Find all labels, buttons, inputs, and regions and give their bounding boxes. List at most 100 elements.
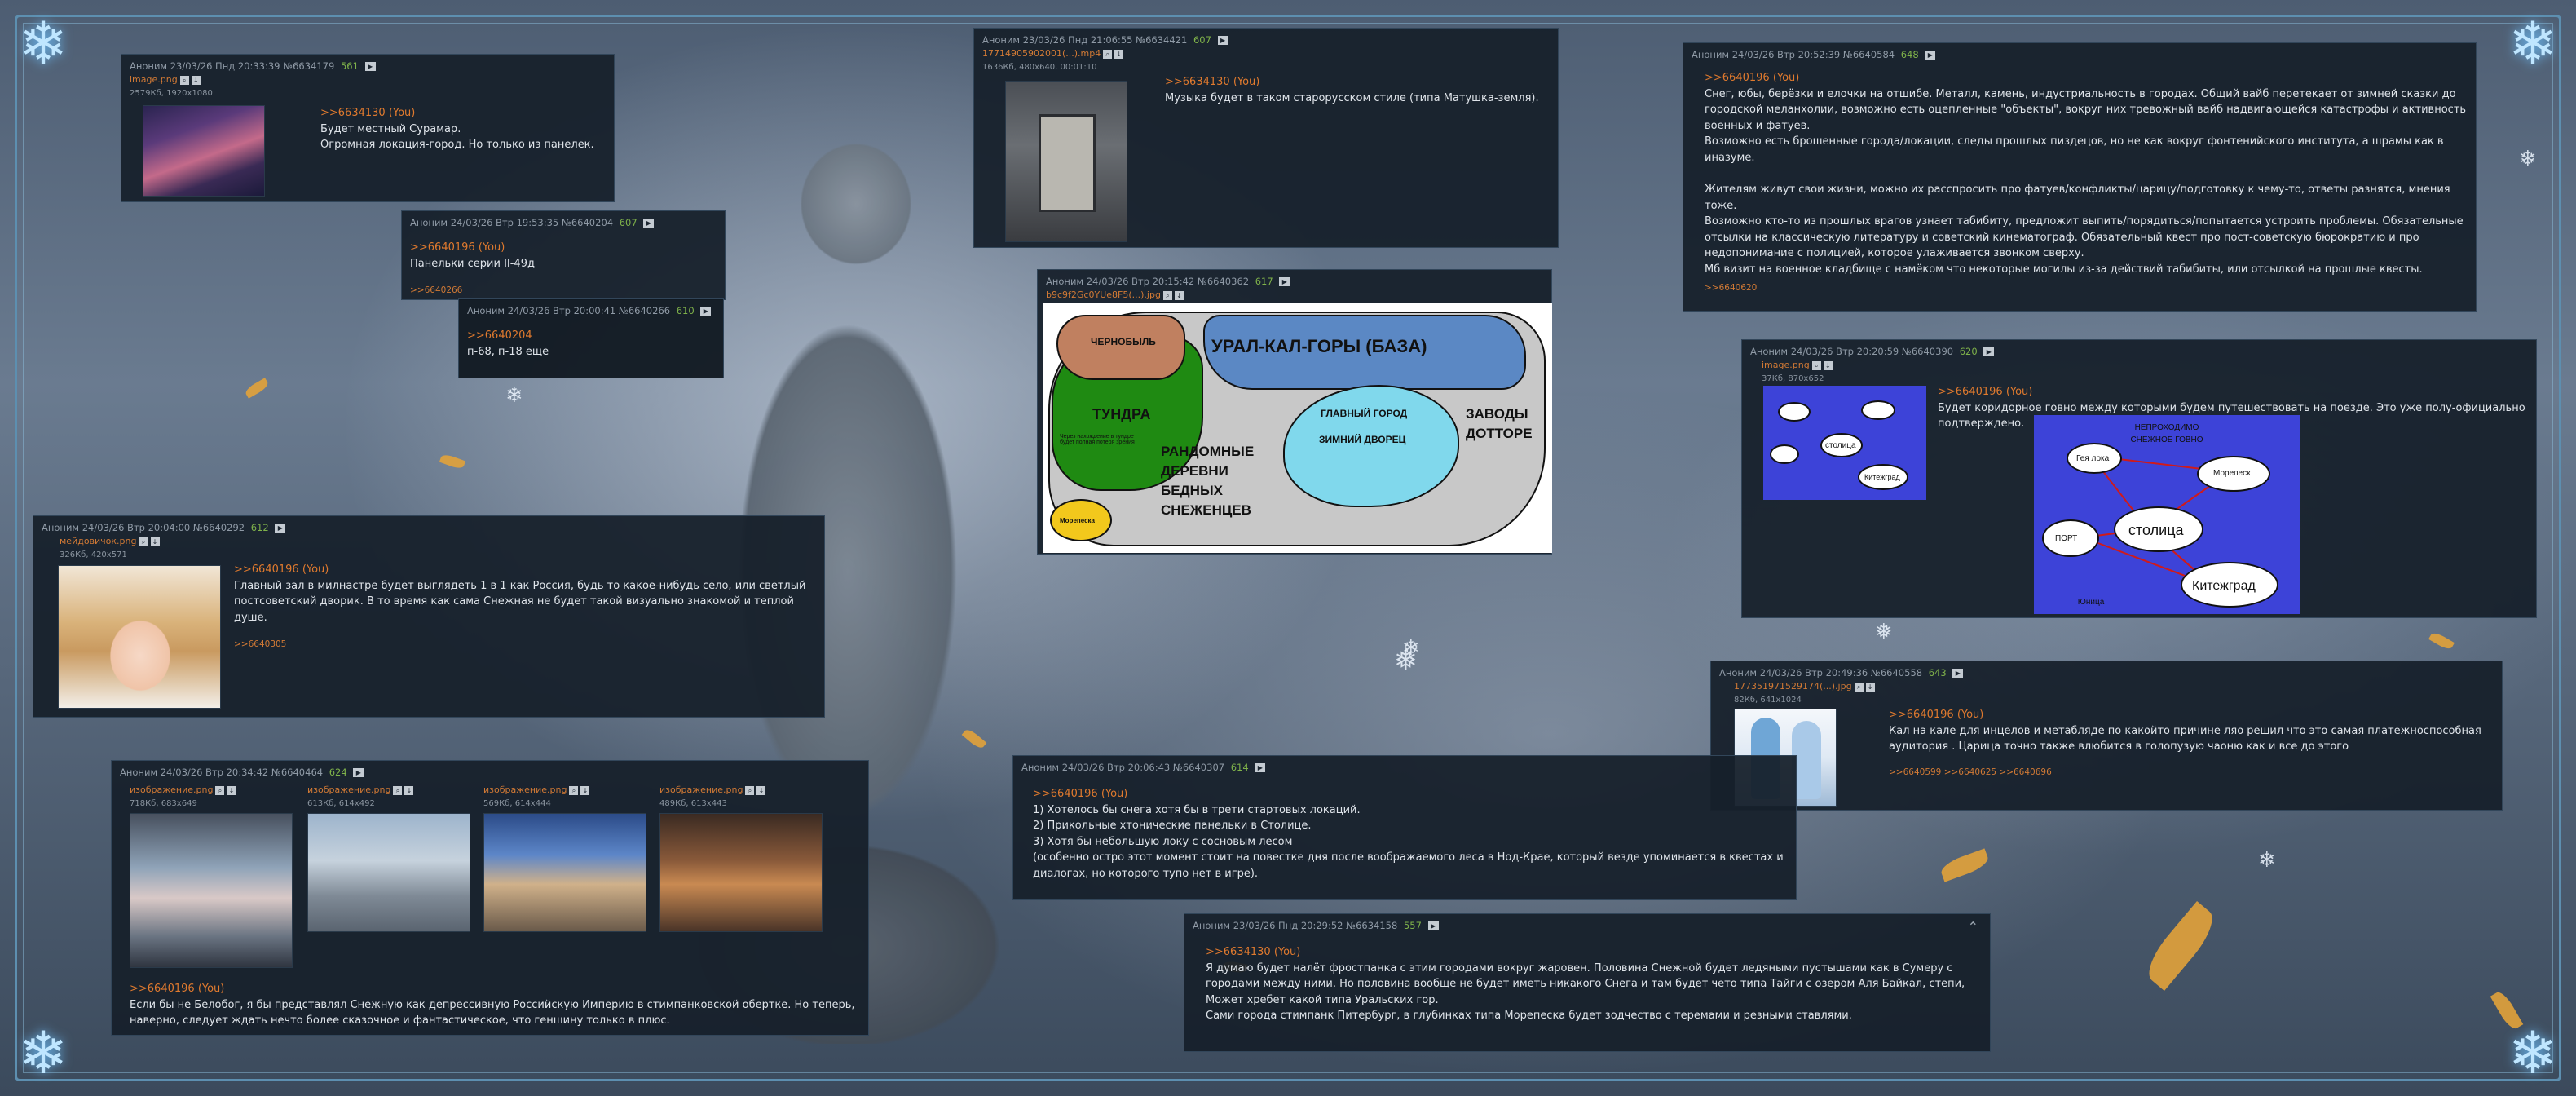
- search-icon[interactable]: ⌕: [215, 785, 225, 795]
- image-thumbnail[interactable]: [659, 813, 823, 932]
- backref-links[interactable]: >>6640305: [234, 639, 811, 652]
- file-link[interactable]: b9c9f2Gc0YUe8F5(...).jpg ⌕ ↓: [1046, 289, 1543, 303]
- leaf-decoration: [244, 378, 270, 399]
- play-icon[interactable]: ▶: [1952, 669, 1964, 678]
- reply-link[interactable]: >>6640196 (You): [1033, 786, 1788, 802]
- play-icon[interactable]: ▶: [643, 219, 655, 228]
- file-link[interactable]: image.png ⌕ ↓: [130, 73, 606, 87]
- file-name[interactable]: 17714905902001(...).mp4: [982, 48, 1101, 59]
- file-name[interactable]: image.png: [1762, 360, 1810, 370]
- download-icon[interactable]: ↓: [191, 75, 201, 85]
- download-icon[interactable]: ↓: [404, 785, 414, 795]
- post-header: Аноним 24/03/26 Втр 20:52:39 №6640584 64…: [1692, 48, 2468, 62]
- search-icon[interactable]: ⌕: [1811, 360, 1821, 370]
- file-name[interactable]: изображение.png: [307, 784, 390, 795]
- post-header: Аноним 24/03/26 Втр 19:53:35 №6640204 60…: [410, 216, 717, 230]
- route-map-thumbnail[interactable]: столица Китежград: [1763, 386, 1926, 500]
- post-header: Аноним 24/03/26 Втр 20:15:42 №6640362 61…: [1046, 275, 1543, 289]
- reply-link[interactable]: >>6640196 (You): [130, 981, 855, 997]
- file-link[interactable]: изображение.png ⌕ ↓: [659, 784, 823, 798]
- play-icon[interactable]: ▶: [1279, 277, 1290, 286]
- play-icon[interactable]: ▶: [1427, 921, 1439, 930]
- file-link[interactable]: мейдовичок.png ⌕ ↓: [42, 535, 816, 549]
- reply-link[interactable]: >>6640196 (You): [1889, 707, 2489, 723]
- post-header-text: Аноним 23/03/26 Пнд 20:29:52 №6634158: [1193, 920, 1398, 931]
- image-thumbnail[interactable]: [143, 105, 265, 197]
- download-icon[interactable]: ↓: [1823, 360, 1833, 370]
- download-icon[interactable]: ↓: [580, 785, 590, 795]
- play-icon[interactable]: ▶: [353, 768, 364, 777]
- video-thumbnail[interactable]: [1005, 81, 1127, 242]
- image-thumbnail[interactable]: [307, 813, 470, 932]
- chevron-up-icon[interactable]: ⌃: [1968, 917, 1978, 937]
- reply-link[interactable]: >>6640196 (You): [1705, 70, 2468, 86]
- file-meta: 2579Кб, 1920x1080: [130, 88, 213, 98]
- play-icon[interactable]: ▶: [364, 62, 376, 71]
- post: Аноним 24/03/26 Втр 20:04:00 №6640292 61…: [33, 515, 825, 718]
- reply-link[interactable]: >>6640196 (You): [410, 240, 717, 256]
- post-line: Если бы не Белобог, я бы представлял Сне…: [130, 998, 855, 1028]
- play-icon[interactable]: ▶: [1983, 347, 1995, 356]
- post-header-text: Аноним 24/03/26 Втр 20:00:41 №6640266: [467, 305, 671, 316]
- avatar-thumbnail[interactable]: [58, 565, 221, 709]
- file-name[interactable]: изображение.png: [130, 784, 213, 795]
- backref-links[interactable]: >>6640599 >>6640625 >>6640696: [1889, 767, 2489, 780]
- file-name[interactable]: изображение.png: [659, 784, 743, 795]
- play-icon[interactable]: ▶: [1925, 51, 1936, 60]
- image-thumbnail[interactable]: [483, 813, 646, 932]
- reply-link[interactable]: >>6634130 (You): [320, 105, 606, 122]
- search-icon[interactable]: ⌕: [1854, 682, 1864, 692]
- map-label: ДОТТОРЕ: [1466, 426, 1533, 441]
- search-icon[interactable]: ⌕: [745, 785, 755, 795]
- post-count: 614: [1230, 762, 1249, 773]
- download-icon[interactable]: ↓: [150, 537, 160, 546]
- search-icon[interactable]: ⌕: [139, 537, 148, 546]
- search-icon[interactable]: ⌕: [179, 75, 189, 85]
- snowflake-icon: ❄: [18, 1019, 68, 1087]
- image-thumbnail[interactable]: [130, 813, 293, 968]
- file-link[interactable]: image.png ⌕ ↓: [1750, 359, 2528, 373]
- search-icon[interactable]: ⌕: [1103, 49, 1113, 59]
- file-name[interactable]: b9c9f2Gc0YUe8F5(...).jpg: [1046, 289, 1161, 300]
- post-paragraph: Жителям живут свои жизни, можно их рассп…: [1705, 183, 2450, 212]
- file-name[interactable]: мейдовичок.png: [60, 536, 137, 546]
- download-icon[interactable]: ↓: [756, 785, 766, 795]
- file-link[interactable]: 17714905902001(...).mp4 ⌕ ↓: [982, 47, 1550, 61]
- reply-link[interactable]: >>6634130 (You): [1206, 944, 1982, 961]
- backref-links[interactable]: >>6640620: [1705, 282, 2468, 295]
- play-icon[interactable]: ▶: [1255, 763, 1266, 772]
- download-icon[interactable]: ↓: [1174, 290, 1184, 300]
- download-icon[interactable]: ↓: [1114, 49, 1124, 59]
- reply-link[interactable]: >>6640204: [467, 328, 715, 344]
- map-image[interactable]: ЧЕРНОБЫЛЬ УРАЛ-КАЛ-ГОРЫ (БАЗА) ТУНДРА Че…: [1043, 303, 1552, 553]
- route-map-image[interactable]: НЕПРОХОДИМО СНЕЖНОЕ ГОВНО Гея лока Мореп…: [2034, 415, 2300, 614]
- play-icon[interactable]: ▶: [700, 307, 712, 316]
- reply-link[interactable]: >>6634130 (You): [1165, 74, 1550, 91]
- download-icon[interactable]: ↓: [227, 785, 236, 795]
- post-body: >>6640196 (You) Главный зал в милнастре …: [234, 562, 811, 652]
- file-link[interactable]: 177351971529174(...).jpg ⌕ ↓: [1719, 680, 2494, 694]
- download-icon[interactable]: ↓: [1865, 682, 1875, 692]
- file-link[interactable]: изображение.png ⌕ ↓: [130, 784, 293, 798]
- post-paragraph: Возможно кто-то из прошлых врагов узнает…: [1705, 215, 2464, 260]
- leaf-decoration: [2139, 901, 2222, 991]
- reply-link[interactable]: >>6640196 (You): [1938, 384, 2526, 400]
- post-body: >>6634130 (You) Я думаю будет налёт фрос…: [1193, 944, 1982, 1024]
- file-link[interactable]: изображение.png ⌕ ↓: [483, 784, 646, 798]
- backref-links[interactable]: >>6640266: [410, 285, 717, 298]
- reply-link[interactable]: >>6640196 (You): [234, 562, 811, 578]
- file-name[interactable]: 177351971529174(...).jpg: [1734, 681, 1852, 692]
- play-icon[interactable]: ▶: [1217, 36, 1228, 45]
- file-name[interactable]: изображение.png: [483, 784, 567, 795]
- post-line: Я думаю будет налёт фростпанка с этим го…: [1206, 961, 1965, 991]
- file-name[interactable]: image.png: [130, 74, 178, 85]
- play-icon[interactable]: ▶: [275, 524, 286, 533]
- post-line: Будет местный Сурамар.: [320, 122, 461, 135]
- post-paragraph: Снег, юбы, берёзки и елочки на отшибе. М…: [1705, 87, 2467, 132]
- search-icon[interactable]: ⌕: [1162, 290, 1172, 300]
- file-link[interactable]: изображение.png ⌕ ↓: [307, 784, 470, 798]
- search-icon[interactable]: ⌕: [393, 785, 403, 795]
- search-icon[interactable]: ⌕: [569, 785, 579, 795]
- post-count: 643: [1928, 667, 1947, 678]
- post-body: >>6640196 (You) Если бы не Белобог, я бы…: [130, 981, 855, 1029]
